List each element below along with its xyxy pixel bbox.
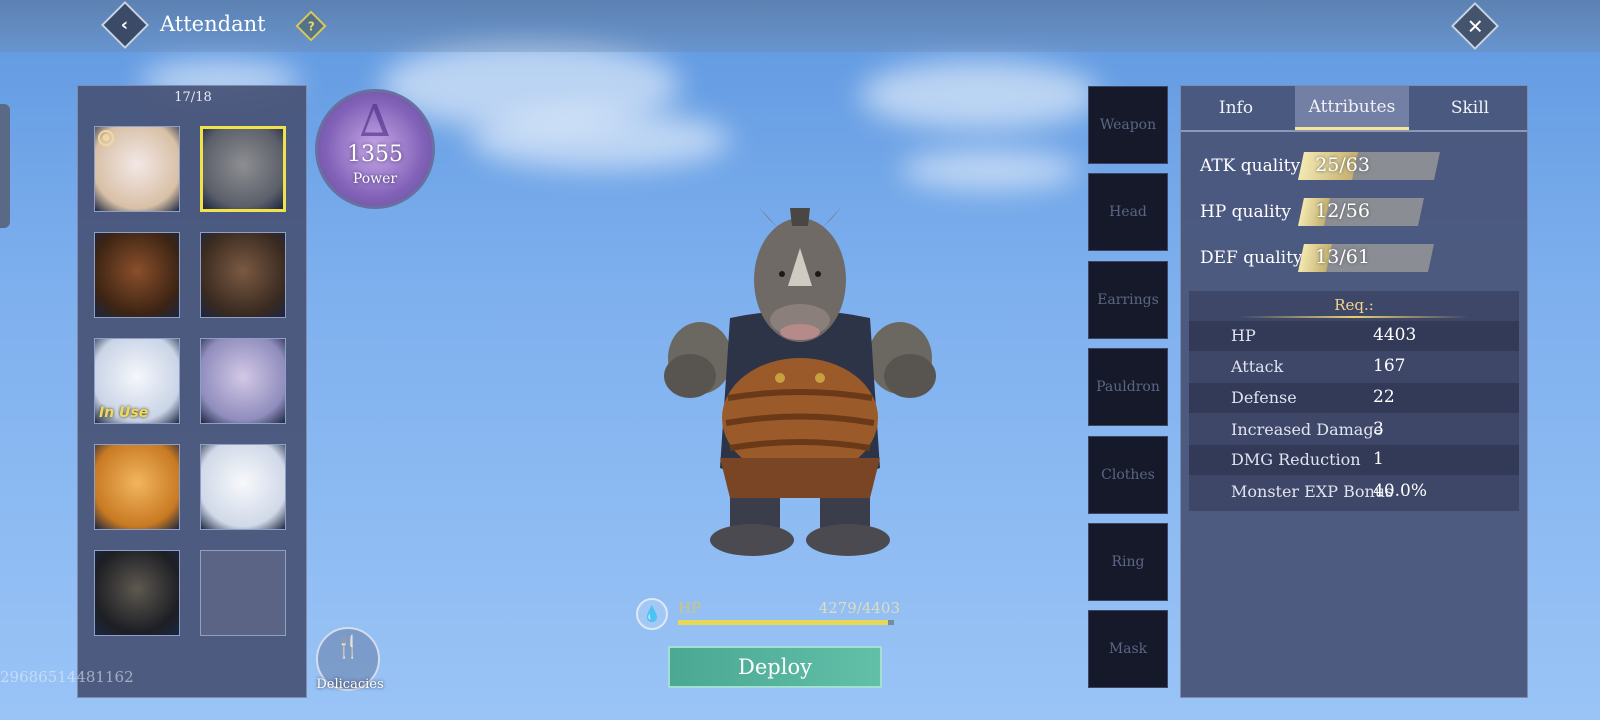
power-emblem: ∆ 1355 Power bbox=[315, 89, 435, 209]
attendant-portrait bbox=[95, 551, 179, 635]
attendant-list-panel: 17/18 ● In Use bbox=[77, 85, 307, 698]
equip-slot-clothes[interactable]: Clothes bbox=[1088, 435, 1168, 514]
attendant-portrait bbox=[95, 445, 179, 529]
question-icon: ? bbox=[307, 19, 315, 33]
back-arrow-icon: ‹ bbox=[121, 14, 129, 36]
drop-icon: 💧 bbox=[636, 598, 668, 630]
tab-attributes[interactable]: Attributes bbox=[1295, 86, 1409, 130]
requirement-row: DMG Reduction 1 bbox=[1189, 445, 1519, 475]
requirement-value: 40.0% bbox=[1373, 481, 1428, 501]
quality-bar: 25/63 bbox=[1298, 152, 1440, 180]
attendant-portrait bbox=[201, 445, 285, 529]
requirement-row: Attack 167 bbox=[1189, 352, 1519, 382]
quality-bar: 13/61 bbox=[1298, 244, 1434, 272]
tab-bar: Info Attributes Skill bbox=[1181, 86, 1527, 132]
requirement-value: 4403 bbox=[1373, 325, 1417, 345]
requirement-value: 167 bbox=[1373, 356, 1406, 376]
hp-bar bbox=[678, 620, 894, 625]
requirement-row: HP 4403 bbox=[1189, 321, 1519, 351]
in-use-label: In Use bbox=[99, 405, 149, 421]
requirement-value: 3 bbox=[1373, 419, 1384, 439]
requirement-name: Increased Damage bbox=[1231, 420, 1384, 439]
attendant-slot-white-fox[interactable]: In Use bbox=[94, 338, 180, 424]
attendant-slot-squid-face[interactable] bbox=[200, 232, 286, 318]
attendant-slot-empty[interactable] bbox=[200, 550, 286, 636]
cloud bbox=[470, 110, 730, 170]
quality-label: HP quality bbox=[1200, 202, 1291, 222]
hp-value: 4279/4403 bbox=[818, 599, 900, 617]
attendant-portrait bbox=[203, 129, 283, 209]
tab-info[interactable]: Info bbox=[1181, 86, 1291, 130]
page-title: Attendant bbox=[160, 12, 266, 36]
requirement-value: 1 bbox=[1373, 449, 1384, 469]
power-label: Power bbox=[352, 171, 398, 187]
quality-label: DEF quality bbox=[1200, 248, 1303, 268]
title-divider bbox=[1239, 316, 1469, 318]
attendant-slot-white-fox-2[interactable] bbox=[200, 444, 286, 530]
requirement-row: Monster EXP Bonus 40.0% bbox=[1189, 477, 1519, 507]
unlock-icon: ● bbox=[98, 130, 114, 146]
attendant-slot-eagle[interactable] bbox=[94, 550, 180, 636]
requirement-value: 22 bbox=[1373, 387, 1395, 407]
quality-value: 25/63 bbox=[1315, 154, 1370, 176]
attendant-slot-rhino[interactable] bbox=[200, 126, 286, 212]
requirements-title: Req.: bbox=[1334, 296, 1374, 314]
attendant-slot-elf-elder[interactable] bbox=[200, 338, 286, 424]
equip-slot-mask[interactable]: Mask bbox=[1088, 610, 1168, 689]
quality-label: ATK quality bbox=[1200, 156, 1301, 176]
equip-slot-ring[interactable]: Ring bbox=[1088, 523, 1168, 601]
close-icon: ✕ bbox=[1466, 13, 1484, 38]
cloud bbox=[860, 60, 1100, 130]
attendant-portrait bbox=[95, 233, 179, 317]
requirement-name: Defense bbox=[1231, 388, 1297, 407]
quality-bar: 12/56 bbox=[1298, 198, 1424, 226]
delicacies-label: Delicacies bbox=[316, 677, 384, 692]
attendant-count: 17/18 bbox=[174, 90, 212, 105]
equip-slot-weapon[interactable]: Weapon bbox=[1088, 86, 1168, 164]
requirements-box: Req.: HP 4403 Attack 167 Defense 22 Increased … bbox=[1189, 291, 1519, 511]
food-icon: 🍴 bbox=[334, 635, 362, 660]
requirement-name: Monster EXP Bonus bbox=[1231, 482, 1394, 501]
side-drawer-handle[interactable] bbox=[0, 104, 10, 228]
rhino-character-model[interactable] bbox=[660, 208, 940, 568]
quality-value: 13/61 bbox=[1315, 246, 1370, 268]
power-value: 1355 bbox=[347, 142, 403, 167]
requirement-name: DMG Reduction bbox=[1231, 450, 1361, 469]
attendant-slot-orange-haired-girl[interactable] bbox=[94, 444, 180, 530]
requirement-name: Attack bbox=[1231, 357, 1284, 376]
attendant-slot-bear[interactable] bbox=[94, 232, 180, 318]
attributes-panel: Info Attributes Skill ATK quality 25/63 HP… bbox=[1180, 85, 1528, 698]
attendant-portrait bbox=[201, 233, 285, 317]
cloud bbox=[900, 150, 1080, 190]
quality-value: 12/56 bbox=[1315, 200, 1370, 222]
attendant-portrait bbox=[201, 339, 285, 423]
requirement-name: HP bbox=[1231, 326, 1256, 345]
equip-slot-earrings[interactable]: Earrings bbox=[1088, 260, 1168, 339]
power-crest-icon: ∆ bbox=[359, 96, 391, 147]
equip-slot-head[interactable]: Head bbox=[1088, 173, 1168, 252]
attendant-slot-white-haired-woman[interactable]: ● bbox=[94, 126, 180, 212]
equip-slot-pauldron[interactable]: Pauldron bbox=[1088, 348, 1168, 427]
requirement-row: Increased Damage 3 bbox=[1189, 415, 1519, 445]
deploy-button[interactable]: Deploy bbox=[668, 646, 882, 688]
player-uid: 2968651448116​2 bbox=[0, 668, 134, 686]
hp-bar-fill bbox=[678, 620, 888, 625]
tab-skill[interactable]: Skill bbox=[1413, 86, 1527, 130]
requirement-row: Defense 22 bbox=[1189, 383, 1519, 413]
